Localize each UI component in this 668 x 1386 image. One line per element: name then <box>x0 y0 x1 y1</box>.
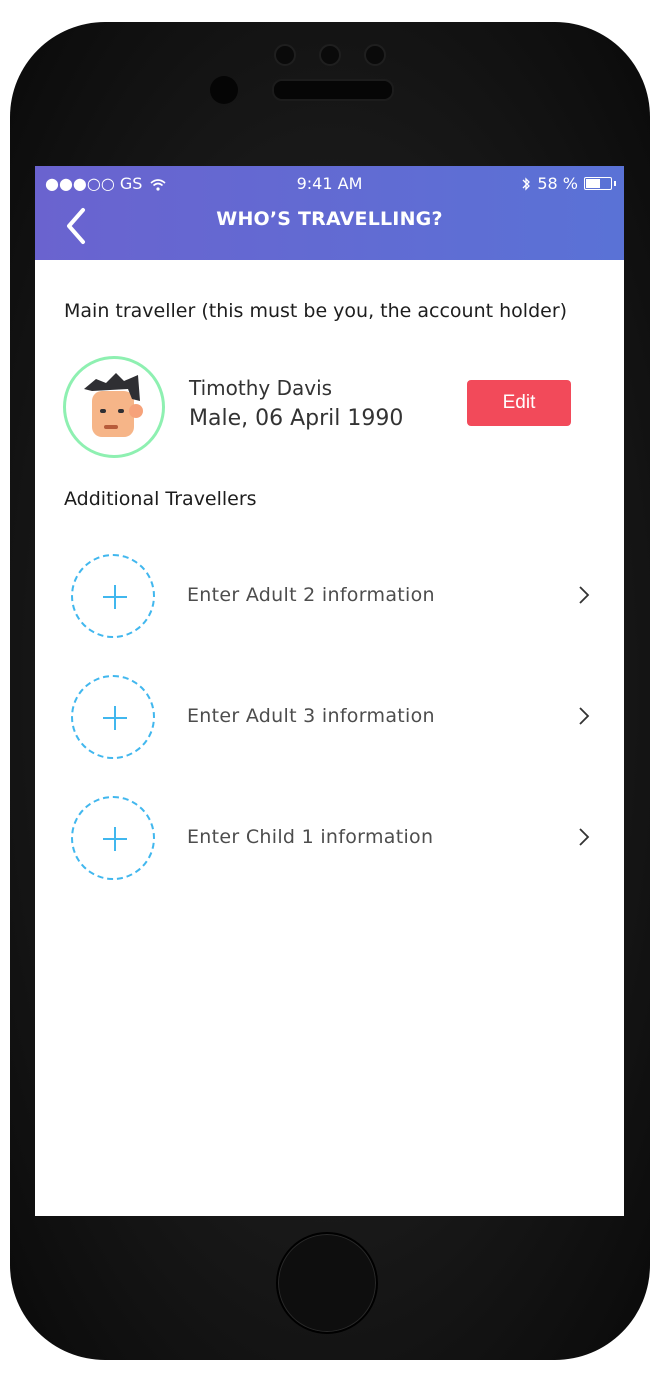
page-title: WHO’S TRAVELLING? <box>216 208 443 230</box>
add-traveller-circle[interactable] <box>71 796 155 880</box>
add-traveller-circle[interactable] <box>71 675 155 759</box>
row-label: Enter Adult 3 information <box>187 705 435 727</box>
screen: ●●●○○ GS 9:41 AM 58 % WHO’S TRAVELLING? … <box>35 166 624 1216</box>
sensor-dot <box>274 44 296 66</box>
home-button[interactable] <box>276 1232 378 1334</box>
front-camera <box>210 76 238 104</box>
sensor-dot <box>364 44 386 66</box>
avatar-face-icon <box>84 373 143 437</box>
chevron-right-icon <box>579 828 590 846</box>
add-traveller-row[interactable]: Enter Adult 2 information <box>71 554 590 644</box>
row-label: Enter Adult 2 information <box>187 584 435 606</box>
plus-icon <box>103 585 127 609</box>
additional-travellers-label: Additional Travellers <box>64 488 257 510</box>
traveller-name: Timothy Davis <box>189 376 333 400</box>
battery-percent: 58 % <box>537 174 578 193</box>
add-traveller-row[interactable]: Enter Adult 3 information <box>71 675 590 765</box>
battery-icon <box>584 177 616 190</box>
add-traveller-circle[interactable] <box>71 554 155 638</box>
edit-button[interactable]: Edit <box>467 380 571 426</box>
status-bar: ●●●○○ GS 9:41 AM 58 % <box>35 174 624 196</box>
main-traveller-label: Main traveller (this must be you, the ac… <box>64 300 568 322</box>
avatar <box>63 356 165 458</box>
bluetooth-icon <box>522 176 531 191</box>
plus-icon <box>103 827 127 851</box>
battery-fill <box>586 179 600 188</box>
nav-header: ●●●○○ GS 9:41 AM 58 % WHO’S TRAVELLING? <box>35 166 624 260</box>
chevron-right-icon <box>579 707 590 725</box>
add-traveller-row[interactable]: Enter Child 1 information <box>71 796 590 886</box>
earpiece-speaker <box>272 79 394 101</box>
plus-icon <box>103 706 127 730</box>
chevron-right-icon <box>579 586 590 604</box>
row-label: Enter Child 1 information <box>187 826 434 848</box>
sensor-dot <box>319 44 341 66</box>
traveller-details: Male, 06 April 1990 <box>189 406 404 431</box>
status-right: 58 % <box>521 174 616 193</box>
phone-frame: ●●●○○ GS 9:41 AM 58 % WHO’S TRAVELLING? … <box>10 22 650 1360</box>
